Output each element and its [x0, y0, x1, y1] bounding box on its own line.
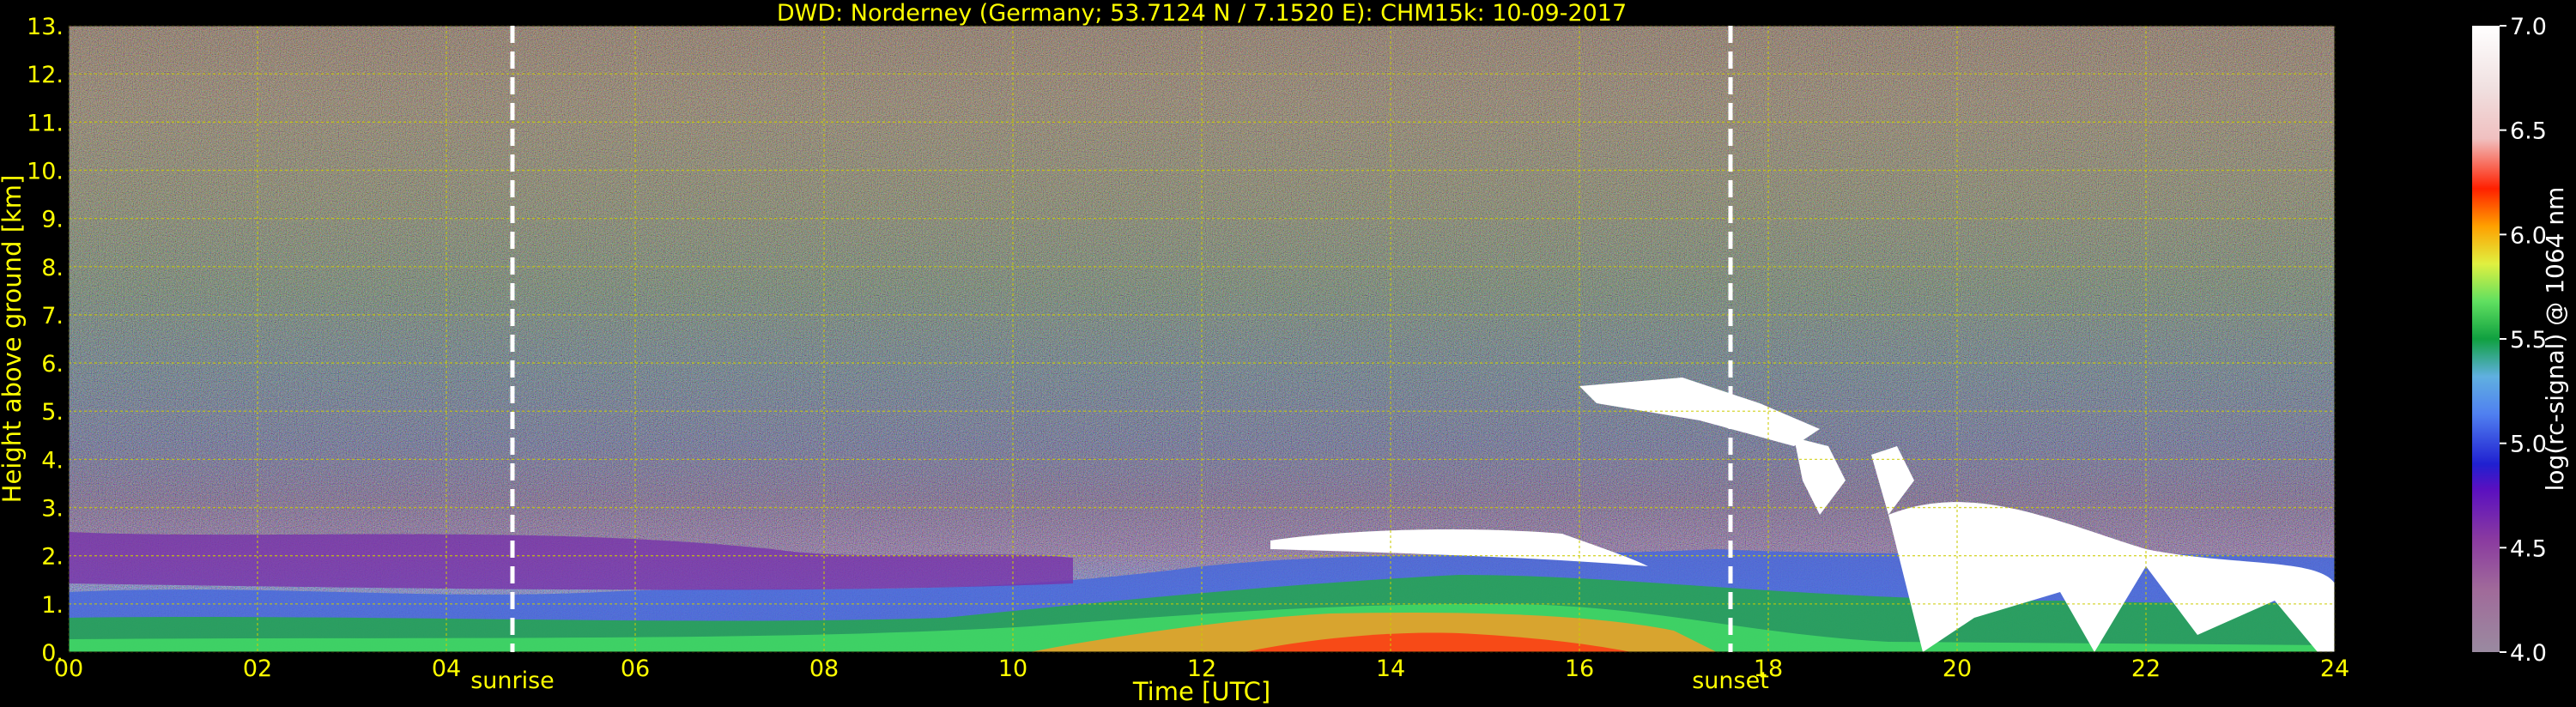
y-tick-label: 11. [27, 110, 64, 136]
y-tick-label: 12. [27, 62, 64, 88]
x-tick-label: 14 [1376, 656, 1405, 682]
x-tick-label: 24 [2320, 656, 2349, 682]
y-tick-label: 10. [27, 158, 64, 184]
x-tick-label: 04 [432, 656, 461, 682]
y-tick-label: 8. [41, 255, 64, 281]
y-tick-label: 13. [27, 14, 64, 40]
y-tick-label: 2. [41, 544, 64, 571]
y-axis-label: Height above ground [km] [0, 175, 27, 504]
x-axis-label: Time [UTC] [1132, 677, 1270, 706]
colorbar-tick-label: 7.0 [2510, 14, 2547, 40]
x-tick-label: 08 [809, 656, 839, 682]
y-tick-label: 4. [41, 447, 64, 474]
x-tick-label: 10 [998, 656, 1027, 682]
ceilometer-chart: DWD: Norderney (Germany; 53.7124 N / 7.1… [0, 0, 2569, 706]
x-tick-label: 02 [243, 656, 272, 682]
y-tick-label: 1. [41, 592, 64, 619]
colorbar: 4.04.55.05.56.06.57.0 log(rc-signal) @ 1… [2472, 14, 2569, 667]
colorbar-label: log(rc-signal) @ 1064 nm [2541, 187, 2569, 492]
y-axis-ticks: 0.1.2.3.4.5.6.7.8.9.10.11.12.13. [27, 14, 64, 667]
y-tick-label: 6. [41, 351, 64, 378]
event-label-sunset: sunset [1692, 668, 1769, 694]
colorbar-tick-label: 4.0 [2510, 640, 2547, 667]
y-tick-label: 5. [41, 399, 64, 426]
x-tick-label: 20 [1943, 656, 1972, 682]
event-label-sunrise: sunrise [470, 668, 555, 694]
colorbar-scale [2472, 26, 2500, 652]
x-tick-label: 00 [54, 656, 83, 682]
plot-area [68, 25, 2336, 653]
colorbar-tick-label: 6.5 [2510, 118, 2547, 145]
x-tick-label: 16 [1565, 656, 1594, 682]
x-tick-label: 22 [2131, 656, 2161, 682]
y-tick-label: 9. [41, 207, 64, 233]
chart-title: DWD: Norderney (Germany; 53.7124 N / 7.1… [777, 0, 1627, 27]
y-tick-label: 3. [41, 496, 64, 523]
y-tick-label: 7. [41, 303, 64, 329]
colorbar-tick-label: 4.5 [2510, 535, 2547, 562]
x-tick-label: 06 [621, 656, 650, 682]
colorbar-ticks: 4.04.55.05.56.06.57.0 [2500, 14, 2547, 667]
